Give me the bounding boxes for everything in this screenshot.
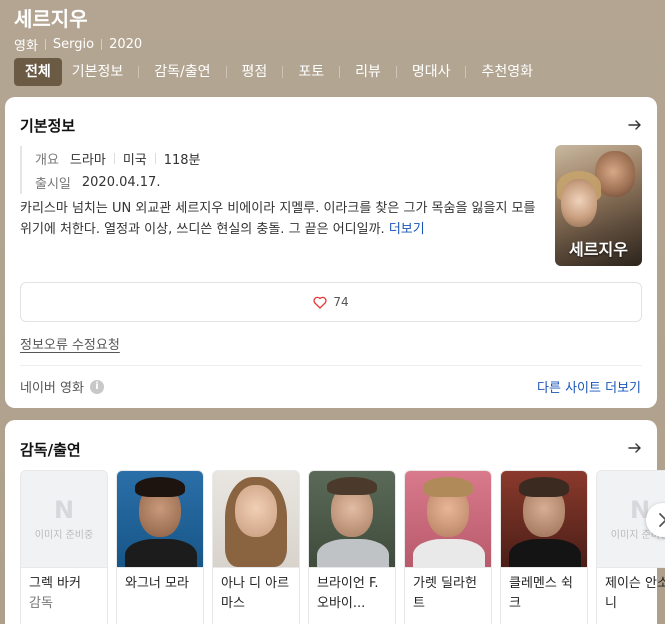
poster-figure (595, 151, 635, 197)
no-image-text: 이미지 준비중 (34, 529, 94, 541)
overview-label: 개요 (35, 152, 59, 168)
tab-divider (282, 66, 284, 78)
arrow-right-icon[interactable] (627, 440, 643, 456)
cast-title[interactable]: 감독/출연 (20, 439, 81, 460)
tab-recommended[interactable]: 추천영화 (471, 58, 543, 86)
person-card[interactable]: 아나 디 아르마스 (212, 470, 300, 624)
tab-photo[interactable]: 포토 (288, 58, 334, 86)
value-divider (113, 152, 115, 164)
person-info: 그렉 바커 감독 (20, 568, 108, 624)
more-link[interactable]: 더보기 (389, 222, 425, 237)
report-error-link[interactable]: 정보오류 수정요청 (20, 334, 120, 353)
like-count: 74 (333, 295, 349, 309)
chevron-right-icon (659, 513, 665, 527)
meta-divider (101, 39, 103, 50)
tab-divider (225, 66, 227, 78)
basic-info-card: 기본정보 개요 드라마 미국 118분 출시일 2020.04.17. 카리스마… (5, 97, 657, 408)
person-name: 아나 디 아르마스 (221, 576, 290, 611)
person-photo (500, 470, 588, 568)
tab-divider (339, 66, 341, 78)
release-label: 출시일 (35, 176, 71, 192)
tab-quotes[interactable]: 명대사 (402, 58, 461, 86)
cast-card: 감독/출연 N 이미지 준비중 그렉 바커 감독 와그너 모라 아나 디 아르마… (5, 420, 665, 624)
info-block: 개요 드라마 미국 118분 출시일 2020.04.17. (20, 146, 201, 194)
person-info: 클레멘스 쉭크 (500, 568, 588, 624)
basic-info-title[interactable]: 기본정보 (20, 115, 75, 136)
poster-figure (561, 179, 597, 227)
description-text: 카리스마 넘치는 UN 외교관 세르지우 비에이라 지멜루. 이라크를 찾은 그… (20, 201, 536, 237)
cast-list: N 이미지 준비중 그렉 바커 감독 와그너 모라 아나 디 아르마스 브라이언… (20, 470, 665, 624)
meta-type: 영화 (14, 39, 38, 54)
overview-row: 개요 드라마 미국 118분 (35, 146, 201, 170)
person-role: 감독 (29, 596, 53, 611)
tab-divider (395, 66, 397, 78)
movie-description: 카리스마 넘치는 UN 외교관 세르지우 비에이라 지멜루. 이라크를 찾은 그… (20, 198, 540, 240)
person-photo (212, 470, 300, 568)
tab-basic-info[interactable]: 기본정보 (62, 58, 134, 86)
info-icon[interactable]: i (89, 379, 104, 394)
naver-logo-icon: N (53, 495, 75, 524)
person-name: 제이슨 안소니 (605, 576, 665, 611)
no-image-placeholder: N 이미지 준비중 (20, 470, 108, 568)
meta-divider (44, 39, 46, 50)
person-card[interactable]: N 이미지 준비중 그렉 바커 감독 (20, 470, 108, 624)
heart-icon (313, 296, 327, 309)
movie-title: 세르지우 (14, 7, 88, 31)
person-photo (308, 470, 396, 568)
meta-year: 2020 (109, 37, 143, 52)
person-card[interactable]: 클레멘스 쉭크 (500, 470, 588, 624)
more-sites-link[interactable]: 다른 사이트 더보기 (537, 377, 641, 396)
person-card[interactable]: 와그너 모라 (116, 470, 204, 624)
person-info: 아나 디 아르마스 (212, 568, 300, 624)
runtime-value: 118분 (163, 152, 201, 168)
person-info: 가렛 딜라헌트 (404, 568, 492, 624)
person-card[interactable]: 브라이언 F. 오바이... (308, 470, 396, 624)
person-name: 가렛 딜라헌트 (413, 576, 477, 611)
tab-divider (465, 66, 467, 78)
tab-bar: 전체 기본정보 감독/출연 평점 포토 리뷰 명대사 추천영화 (14, 58, 543, 86)
release-row: 출시일 2020.04.17. (35, 170, 201, 194)
arrow-right-icon[interactable] (627, 117, 643, 133)
release-date: 2020.04.17. (81, 174, 161, 190)
source-label: 네이버 영화 i (20, 377, 104, 396)
person-card[interactable]: N 이미지 준비중 제이슨 안소니 (596, 470, 665, 624)
tab-all[interactable]: 전체 (14, 58, 62, 86)
country-value: 미국 (122, 152, 147, 168)
person-info: 제이슨 안소니 (596, 568, 665, 624)
divider (20, 365, 642, 366)
person-photo (404, 470, 492, 568)
person-info: 브라이언 F. 오바이... (308, 568, 396, 624)
movie-poster[interactable]: 세르지우 (555, 145, 642, 266)
person-name: 그렉 바커 (29, 576, 81, 591)
tab-divider (138, 66, 140, 78)
tab-cast[interactable]: 감독/출연 (144, 58, 220, 86)
person-photo (116, 470, 204, 568)
poster-title: 세르지우 (569, 240, 628, 259)
person-name: 브라이언 F. 오바이... (317, 576, 379, 611)
person-info: 와그너 모라 (116, 568, 204, 624)
like-button[interactable]: 74 (20, 282, 642, 322)
tab-rating[interactable]: 평점 (232, 58, 278, 86)
source-text: 네이버 영화 (20, 381, 84, 396)
person-name: 와그너 모라 (125, 576, 189, 591)
value-divider (154, 152, 156, 164)
genre-value: 드라마 (69, 152, 106, 168)
person-name: 클레멘스 쉭크 (509, 576, 573, 611)
tab-review[interactable]: 리뷰 (345, 58, 391, 86)
person-card[interactable]: 가렛 딜라헌트 (404, 470, 492, 624)
meta-original-title: Sergio (52, 37, 95, 52)
movie-meta: 영화 Sergio 2020 (14, 35, 142, 54)
